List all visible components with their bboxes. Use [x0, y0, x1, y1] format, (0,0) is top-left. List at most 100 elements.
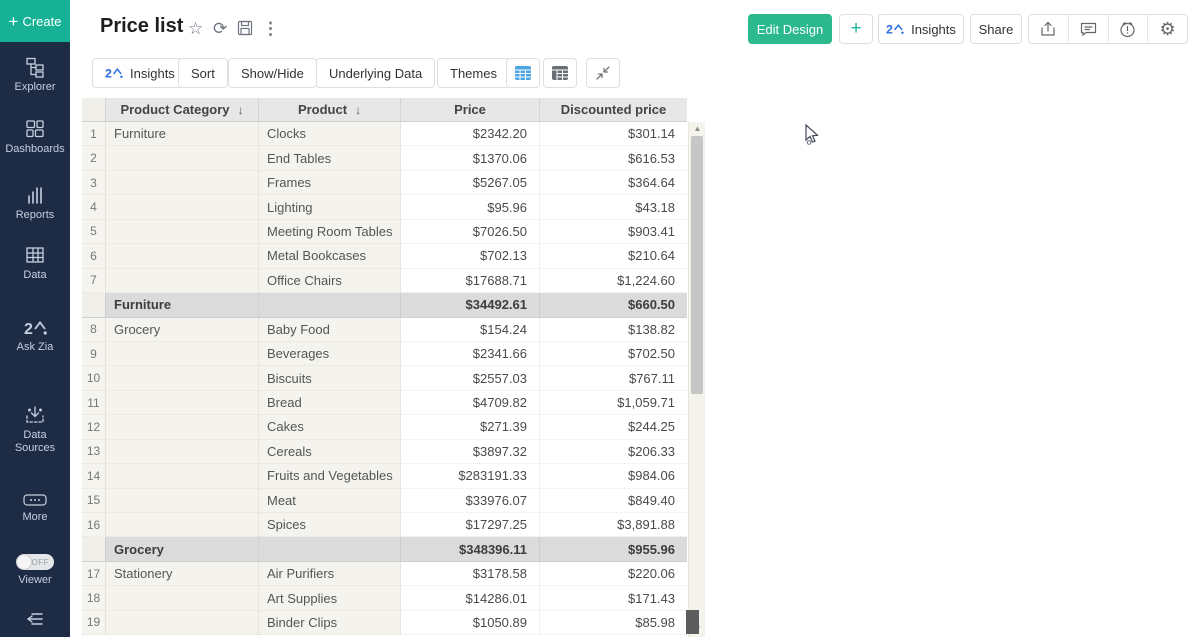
cell-category[interactable] [106, 269, 259, 293]
cell-category[interactable]: Grocery [106, 537, 259, 561]
vertical-scrollbar[interactable]: ▲ ▼ [688, 122, 705, 637]
column-header-product[interactable]: Product ↓ [259, 98, 401, 122]
cell-price[interactable]: $1050.89 [401, 611, 540, 635]
cell-price[interactable]: $2341.66 [401, 342, 540, 366]
pivot-view-button[interactable] [543, 58, 577, 88]
cell-discounted[interactable]: $138.82 [540, 318, 687, 342]
cell-product[interactable]: Biscuits [259, 366, 401, 390]
cell-category[interactable] [106, 220, 259, 244]
cell-category[interactable] [106, 440, 259, 464]
cell-discounted[interactable]: $1,224.60 [540, 269, 687, 293]
themes-button[interactable]: Themes [437, 58, 510, 88]
cell-product[interactable]: Fruits and Vegetables [259, 464, 401, 488]
cell-price[interactable]: $95.96 [401, 195, 540, 219]
cell-discounted[interactable]: $955.96 [540, 537, 687, 561]
cell-price[interactable]: $271.39 [401, 415, 540, 439]
cell-price[interactable]: $33976.07 [401, 489, 540, 513]
cell-price[interactable]: $2557.03 [401, 366, 540, 390]
sidebar-item-data-sources[interactable]: Data Sources [0, 404, 70, 455]
edit-design-button[interactable]: Edit Design [748, 14, 832, 44]
sort-button[interactable]: Sort [178, 58, 228, 88]
cell-discounted[interactable]: $702.50 [540, 342, 687, 366]
cell-price[interactable]: $5267.05 [401, 171, 540, 195]
cell-discounted[interactable]: $206.33 [540, 440, 687, 464]
cell-product[interactable]: Meeting Room Tables [259, 220, 401, 244]
cell-price[interactable]: $4709.82 [401, 391, 540, 415]
sidebar-item-explorer[interactable]: Explorer [0, 56, 70, 94]
cell-price[interactable]: $17297.25 [401, 513, 540, 537]
cell-category[interactable]: Stationery [106, 562, 259, 586]
cell-discounted[interactable]: $3,891.88 [540, 513, 687, 537]
scroll-corner-handle[interactable] [686, 610, 699, 634]
cell-category[interactable]: Furniture [106, 293, 259, 317]
sidebar-item-more[interactable]: More [0, 492, 70, 524]
cell-category[interactable] [106, 366, 259, 390]
cell-category[interactable] [106, 415, 259, 439]
column-header-product-category[interactable]: Product Category ↓ [106, 98, 259, 122]
cell-discounted[interactable]: $43.18 [540, 195, 687, 219]
cell-category[interactable] [106, 611, 259, 635]
cell-price[interactable]: $3897.32 [401, 440, 540, 464]
sidebar-item-data[interactable]: Data [0, 244, 70, 282]
viewer-toggle[interactable]: OFF Viewer [0, 554, 70, 587]
settings-button[interactable]: ⚙ [1148, 15, 1187, 43]
cell-discounted[interactable]: $616.53 [540, 146, 687, 170]
cell-price[interactable]: $14286.01 [401, 586, 540, 610]
collapse-panel-button[interactable] [586, 58, 620, 88]
cell-category[interactable]: Grocery [106, 318, 259, 342]
cell-product[interactable]: Office Chairs [259, 269, 401, 293]
cell-price[interactable]: $7026.50 [401, 220, 540, 244]
kebab-menu-icon[interactable]: ⋮ [262, 19, 279, 39]
cell-price[interactable]: $17688.71 [401, 269, 540, 293]
collapse-sidebar-button[interactable] [0, 608, 70, 633]
cell-discounted[interactable]: $767.11 [540, 366, 687, 390]
cell-product[interactable]: Bread [259, 391, 401, 415]
cell-category[interactable] [106, 586, 259, 610]
cell-discounted[interactable]: $210.64 [540, 244, 687, 268]
cell-category[interactable] [106, 489, 259, 513]
toolbar-insights-button[interactable]: 2 Insights [92, 58, 188, 88]
cell-category[interactable] [106, 195, 259, 219]
cell-product[interactable]: Binder Clips [259, 611, 401, 635]
cell-product[interactable] [259, 537, 401, 561]
cell-product[interactable]: Cereals [259, 440, 401, 464]
add-report-button[interactable]: + [839, 14, 873, 44]
scroll-up-icon[interactable]: ▲ [689, 124, 706, 133]
scrollbar-thumb[interactable] [691, 136, 703, 394]
save-icon[interactable] [237, 20, 253, 36]
cell-product[interactable]: Metal Bookcases [259, 244, 401, 268]
table-view-button[interactable] [506, 58, 540, 88]
create-button[interactable]: + Create [0, 0, 70, 42]
cell-price[interactable]: $702.13 [401, 244, 540, 268]
cell-discounted[interactable]: $660.50 [540, 293, 687, 317]
cell-product[interactable]: Clocks [259, 122, 401, 146]
cell-product[interactable]: Spices [259, 513, 401, 537]
cell-discounted[interactable]: $903.41 [540, 220, 687, 244]
cell-price[interactable]: $3178.58 [401, 562, 540, 586]
cell-category[interactable] [106, 391, 259, 415]
cell-discounted[interactable]: $244.25 [540, 415, 687, 439]
cell-price[interactable]: $1370.06 [401, 146, 540, 170]
viewer-toggle-pill[interactable]: OFF [16, 554, 54, 570]
share-button[interactable]: Share [970, 14, 1022, 44]
cell-discounted[interactable]: $984.06 [540, 464, 687, 488]
favorite-star-icon[interactable]: ☆ [188, 19, 203, 39]
cell-discounted[interactable]: $220.06 [540, 562, 687, 586]
cell-product[interactable]: Lighting [259, 195, 401, 219]
cell-category[interactable] [106, 342, 259, 366]
cell-price[interactable]: $34492.61 [401, 293, 540, 317]
cell-category[interactable]: Furniture [106, 122, 259, 146]
cell-category[interactable] [106, 513, 259, 537]
cell-discounted[interactable]: $85.98 [540, 611, 687, 635]
cell-category[interactable] [106, 464, 259, 488]
cell-discounted[interactable]: $301.14 [540, 122, 687, 146]
underlying-data-button[interactable]: Underlying Data [316, 58, 435, 88]
cell-category[interactable] [106, 146, 259, 170]
cell-discounted[interactable]: $171.43 [540, 586, 687, 610]
cell-product[interactable]: Baby Food [259, 318, 401, 342]
cell-price[interactable]: $2342.20 [401, 122, 540, 146]
comment-button[interactable] [1069, 15, 1109, 43]
column-header-discounted-price[interactable]: Discounted price [540, 98, 687, 122]
cell-product[interactable]: Air Purifiers [259, 562, 401, 586]
cell-price[interactable]: $348396.11 [401, 537, 540, 561]
